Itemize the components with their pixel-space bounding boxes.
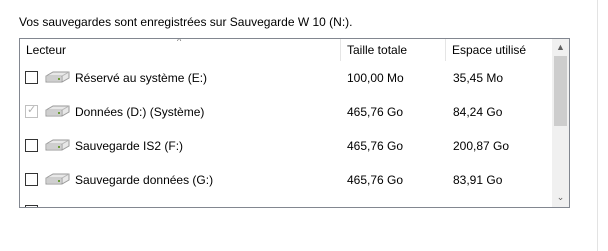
drive-used-space: 35,45 Mo [453, 71, 504, 85]
drives-list[interactable]: Lecteur ^ Taille totale Espace utilisé R… [19, 38, 570, 208]
drive-total-size: 465,76 Go [347, 173, 404, 187]
drive-checkbox[interactable] [25, 139, 38, 152]
scroll-down-icon[interactable]: ⌄ [552, 189, 569, 206]
column-header-used-space[interactable]: Espace utilisé [446, 39, 552, 61]
list-item[interactable]: Sauvegarde IS2 (F:) 465,76 Go 200,87 Go [20, 129, 552, 163]
sort-ascending-icon: ^ [177, 38, 182, 46]
drive-total-size: 465,76 Go [347, 139, 404, 153]
list-item[interactable]: Réservé au système (E:) 100,00 Mo 35,45 Mo [20, 61, 552, 95]
drive-icon [43, 170, 71, 190]
drive-name: Données (D:) (Système) [75, 105, 205, 119]
window-edge [597, 0, 608, 251]
scroll-up-icon[interactable]: ▲ [552, 39, 569, 56]
drive-checkbox: ✓ [25, 104, 38, 118]
drive-checkbox[interactable] [25, 71, 38, 84]
vertical-scrollbar[interactable]: ▲ ⌄ [552, 39, 569, 207]
scroll-thumb[interactable] [554, 56, 567, 126]
column-header-total-size[interactable]: Taille totale [341, 39, 445, 61]
backup-destination-text: Vos sauvegardes sont enregistrées sur Sa… [19, 15, 353, 29]
drive-icon [43, 136, 71, 156]
list-item[interactable]: ✓ Données (D:) (Système) 465,76 Go 84,24 Go [20, 95, 552, 129]
list-item[interactable]: Sauvegarde données (G:) 465,76 Go 83,91 Go [20, 163, 552, 197]
partial-checkbox[interactable] [25, 205, 38, 207]
drive-name: Sauvegarde IS2 (F:) [75, 139, 184, 153]
drive-name: Sauvegarde données (G:) [75, 173, 214, 187]
drive-used-space: 83,91 Go [453, 173, 503, 187]
drive-icon [43, 102, 71, 122]
drive-name: Réservé au système (E:) [75, 71, 208, 85]
list-header: Lecteur ^ Taille totale Espace utilisé [20, 39, 552, 61]
drive-used-space: 84,24 Go [453, 105, 503, 119]
checkmark-icon: ✓ [27, 104, 37, 116]
drive-checkbox[interactable] [25, 173, 38, 186]
drive-icon [43, 68, 71, 88]
drive-used-space: 200,87 Go [453, 139, 510, 153]
backup-drives-panel: Vos sauvegardes sont enregistrées sur Sa… [0, 0, 608, 251]
drive-total-size: 465,76 Go [347, 105, 404, 119]
drive-total-size: 100,00 Mo [347, 71, 404, 85]
